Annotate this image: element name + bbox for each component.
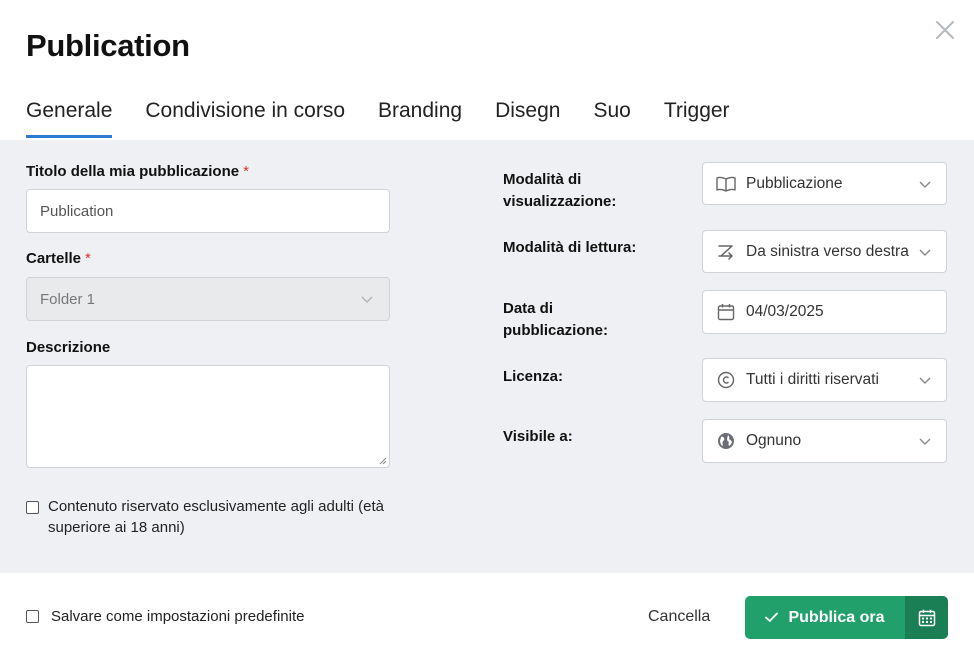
left-to-right-icon [716, 242, 736, 262]
publish-date-label: Data di pubblicazione: [503, 300, 608, 339]
license-select[interactable]: Tutti i diritti riservati [702, 358, 947, 402]
tab-disegn[interactable]: Disegn [495, 96, 560, 138]
tab-suo[interactable]: Suo [593, 96, 630, 138]
license-label: Licenza: [503, 368, 564, 385]
publish-date-value: 04/03/2025 [746, 303, 824, 320]
license-value: Tutti i diritti riservati [746, 371, 879, 388]
required-mark: * [243, 163, 249, 180]
reading-mode-value: Da sinistra verso destra [746, 242, 909, 260]
tab-condivisione[interactable]: Condivisione in corso [145, 96, 345, 138]
check-icon [765, 612, 779, 622]
chevron-down-icon [361, 296, 373, 303]
schedule-publish-button[interactable] [905, 596, 948, 639]
display-mode-label: Modalità di visualizzazione: [503, 171, 617, 210]
chevron-down-icon [918, 245, 932, 259]
chevron-down-icon [918, 177, 932, 191]
adult-content-label: Contenuto riservato esclusivamente agli … [48, 498, 385, 536]
chevron-down-icon [918, 373, 932, 387]
display-mode-select[interactable]: Pubblicazione [702, 162, 947, 205]
reading-mode-select[interactable]: Da sinistra verso destra [702, 230, 947, 273]
tab-bar: Generale Condivisione in corso Branding … [26, 96, 763, 140]
book-icon [716, 174, 736, 194]
visibility-value: Ognuno [746, 432, 802, 449]
folder-select-value: Folder 1 [40, 290, 96, 308]
chevron-down-icon [918, 434, 932, 448]
form-panel: Titolo della mia pubblicazione * Publicat… [0, 140, 974, 573]
tab-branding[interactable]: Branding [378, 96, 462, 138]
display-mode-value: Pubblicazione [746, 174, 843, 192]
resize-grip-icon[interactable] [379, 457, 387, 465]
dialog-footer: Salvare come impostazioni predefinite Ca… [0, 573, 974, 657]
folders-label-text: Cartelle [26, 250, 82, 267]
visibility-select[interactable]: Ognuno [702, 419, 947, 463]
save-default-label: Salvare come impostazioni predefinite [51, 608, 305, 625]
copyright-icon [716, 370, 736, 390]
folder-select[interactable]: Folder 1 [26, 277, 390, 321]
title-field-label: Titolo della mia pubblicazione * [26, 161, 249, 183]
reading-mode-label: Modalità di lettura: [503, 239, 637, 256]
tab-generale[interactable]: Generale [26, 96, 113, 138]
save-default-checkbox[interactable] [26, 610, 39, 623]
adult-content-checkbox[interactable] [26, 501, 39, 514]
dialog-title: Publication [26, 28, 190, 63]
globe-icon [716, 431, 736, 451]
cancel-button[interactable]: Cancella [648, 608, 710, 626]
publish-date-input[interactable]: 04/03/2025 [702, 290, 947, 334]
title-label-text: Titolo della mia pubblicazione [26, 163, 240, 180]
close-icon[interactable] [934, 19, 956, 41]
title-input-value: Publication [40, 202, 114, 220]
dialog-header: Publication Generale Condivisione in cor… [0, 0, 974, 140]
tab-trigger[interactable]: Trigger [664, 96, 730, 138]
visibility-label: Visibile a: [503, 428, 573, 445]
required-mark: * [85, 250, 91, 267]
calendar-icon [716, 302, 736, 322]
calendar-icon [918, 609, 935, 626]
publish-now-label: Pubblica ora [788, 608, 885, 626]
title-input[interactable]: Publication [26, 189, 390, 233]
publish-now-button[interactable]: Pubblica ora [745, 596, 905, 639]
description-textarea[interactable] [26, 365, 390, 468]
description-label: Descrizione [26, 339, 111, 356]
folders-field-label: Cartelle * [26, 248, 91, 270]
